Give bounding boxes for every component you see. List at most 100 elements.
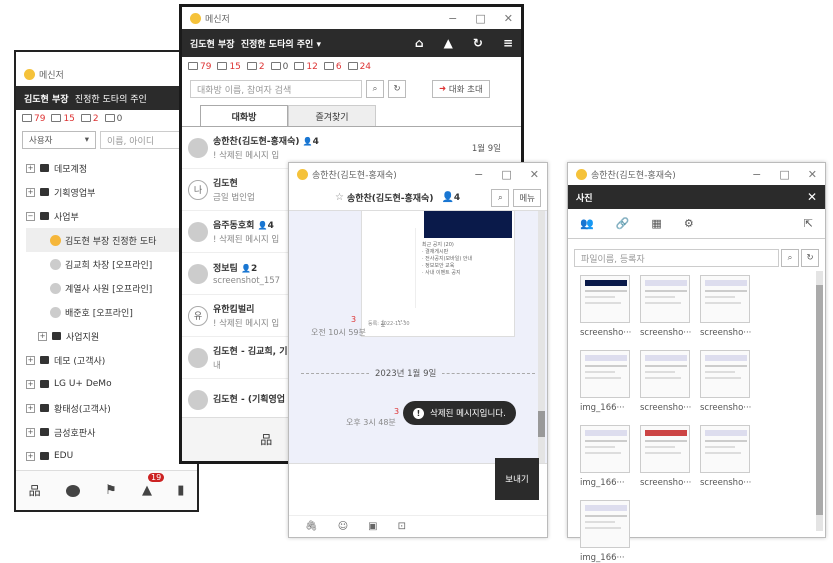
photo-thumbnail[interactable] <box>640 425 690 473</box>
member-search-input[interactable]: 이름, 아이디 <box>100 131 191 149</box>
menu-button[interactable]: 메뉴 <box>513 188 541 207</box>
close-button[interactable]: ✕ <box>808 168 817 181</box>
photo-item[interactable]: screensho··· <box>640 350 692 413</box>
maximize-button[interactable]: □ <box>501 168 511 181</box>
approval-stat[interactable]: 15 <box>217 62 241 72</box>
photo-thumbnail[interactable] <box>580 425 630 473</box>
photo-item[interactable]: screensho··· <box>700 425 752 488</box>
document-icon[interactable]: ▮ <box>177 483 184 498</box>
tree-item[interactable]: 김도현 부장 진정한 도타 <box>26 228 197 252</box>
expand-icon[interactable]: + <box>26 163 35 173</box>
photo-item[interactable]: screensho··· <box>640 425 692 488</box>
org-chart-icon[interactable]: 品 <box>260 431 272 448</box>
minimize-button[interactable]: − <box>752 168 761 181</box>
tree-item[interactable]: + 황태성(고객사) <box>26 396 197 420</box>
minimize-button[interactable]: − <box>448 12 457 25</box>
tree-item[interactable]: + EDU <box>26 444 197 468</box>
menu-icon[interactable]: ≡ <box>503 36 513 50</box>
notification-icon[interactable]: ▲ 19 <box>142 473 165 498</box>
photo-thumbnail[interactable] <box>700 350 750 398</box>
expand-icon[interactable]: + <box>26 379 35 389</box>
invite-button[interactable]: ➜ 대화 초대 <box>432 80 490 98</box>
mail-stat[interactable]: 79 <box>188 62 211 72</box>
board-stat[interactable]: 0 <box>270 62 288 72</box>
settings-icon[interactable]: ⚙ <box>684 217 694 230</box>
photo-item[interactable]: screensho··· <box>580 275 632 338</box>
photo-thumbnail[interactable] <box>700 275 750 323</box>
tree-item[interactable]: 배준호 [오프라인] <box>26 300 197 324</box>
org-chart-icon[interactable]: 品 <box>29 482 41 499</box>
tree-item[interactable]: 계열사 사원 [오프라인] <box>26 276 197 300</box>
tree-item[interactable]: + 사업지원 <box>26 324 197 348</box>
search-button[interactable]: ⌕ <box>366 80 384 98</box>
expand-icon[interactable]: − <box>26 211 35 221</box>
mail-stat[interactable]: 79 <box>22 114 45 124</box>
tree-item[interactable]: + 데모 (고객사) <box>26 348 197 372</box>
expand-icon[interactable]: + <box>26 187 35 197</box>
download-icon[interactable]: ⤓ <box>381 319 385 329</box>
filter-select[interactable]: 사용자 ▾ <box>22 131 96 149</box>
tree-item[interactable]: + 기획영업부 <box>26 180 197 204</box>
export-icon[interactable]: ⇱ <box>804 217 813 230</box>
photo-thumbnail[interactable] <box>580 350 630 398</box>
board-stat[interactable]: 0 <box>104 114 122 124</box>
emoji-icon[interactable]: ☺ <box>338 521 348 532</box>
refresh-button[interactable]: ↻ <box>388 80 406 98</box>
status-dropdown[interactable]: 진정한 도타의 주인 ▾ <box>241 37 321 50</box>
photo-thumbnail[interactable] <box>640 350 690 398</box>
photo-item[interactable]: screensho··· <box>700 275 752 338</box>
calendar-stat[interactable]: 2 <box>246 62 265 72</box>
photo-item[interactable]: screensho··· <box>640 275 692 338</box>
tree-item[interactable]: + 금성호판사 <box>26 420 197 444</box>
chat-icon[interactable] <box>65 484 80 497</box>
chatroom-search-input[interactable]: 대화방 이름, 참여자 검색 <box>190 80 362 98</box>
search-button[interactable]: ⌕ <box>781 249 799 267</box>
scrollbar[interactable] <box>816 271 823 531</box>
close-button[interactable]: ✕ <box>504 12 513 25</box>
scrollbar[interactable] <box>538 211 545 463</box>
photo-thumbnail[interactable] <box>580 275 630 323</box>
tab-chatrooms[interactable]: 대화방 <box>200 105 288 126</box>
memo-stat[interactable]: 6 <box>323 62 342 72</box>
refresh-icon[interactable]: ↻ <box>473 36 483 50</box>
print-stat[interactable]: 12 <box>294 62 318 72</box>
attach-icon[interactable]: 🖇 <box>305 521 318 532</box>
expand-icon[interactable]: + <box>38 331 47 341</box>
tree-item[interactable]: + 데모계정 <box>26 156 197 180</box>
approval-stat[interactable]: 15 <box>51 114 75 124</box>
image-icon[interactable]: ▦ <box>651 217 661 230</box>
maximize-button[interactable]: □ <box>475 12 485 25</box>
photo-thumbnail[interactable] <box>580 500 630 548</box>
schedule-stat[interactable]: 24 <box>347 62 371 72</box>
photo-item[interactable]: img_166··· <box>580 350 632 413</box>
photo-item[interactable]: img_166··· <box>580 425 632 488</box>
capture-icon[interactable]: ⊡ <box>398 521 406 532</box>
close-button[interactable]: ✕ <box>530 168 539 181</box>
deleted-message-bubble[interactable]: ! 삭제된 메시지입니다. <box>403 401 516 425</box>
users-icon[interactable]: 👥 <box>580 217 594 230</box>
minimize-button[interactable]: − <box>474 168 483 181</box>
calendar-stat[interactable]: 2 <box>80 114 99 124</box>
link-icon[interactable]: 🔗 <box>616 217 630 230</box>
file-search-input[interactable]: 파일이름, 등록자 <box>574 249 779 267</box>
photo-thumbnail[interactable] <box>640 275 690 323</box>
tree-item[interactable]: + LG U+ DeMo <box>26 372 197 396</box>
bell-icon[interactable]: ▲ <box>444 36 453 50</box>
tree-item[interactable]: − 사업부 <box>26 204 197 228</box>
expand-icon[interactable]: + <box>26 451 35 461</box>
photo-item[interactable]: img_166··· <box>580 500 632 563</box>
close-panel-icon[interactable]: ✕ <box>807 190 817 204</box>
more-icon[interactable]: ··· <box>397 317 406 327</box>
refresh-button[interactable]: ↻ <box>801 249 819 267</box>
save-icon[interactable]: ▣ <box>368 521 377 532</box>
expand-icon[interactable]: + <box>26 427 35 437</box>
expand-icon[interactable]: + <box>26 403 35 413</box>
tab-favorites[interactable]: 즐겨찾기 <box>288 105 376 126</box>
star-icon[interactable]: ☆ <box>335 192 344 203</box>
home-icon[interactable]: ⌂ <box>415 36 424 50</box>
photo-item[interactable]: screensho··· <box>700 350 752 413</box>
send-button[interactable]: 보내기 <box>495 458 539 500</box>
expand-icon[interactable]: + <box>26 355 35 365</box>
members-icon[interactable]: 👤 <box>441 192 453 203</box>
maximize-button[interactable]: □ <box>779 168 789 181</box>
